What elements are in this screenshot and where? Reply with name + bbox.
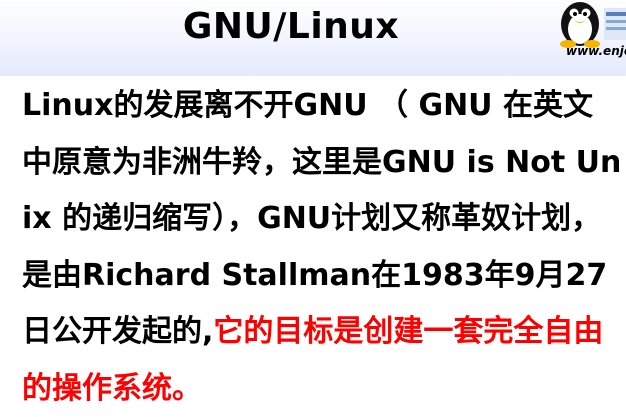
- slide-title: GNU/Linux: [182, 6, 400, 47]
- logo-url: www.enjo: [566, 44, 626, 58]
- body-text: Linux的发展离不开GNU （ GNU 在英文中原意为非洲牛羚，这里是GNU …: [22, 88, 622, 349]
- penguin-icon: [560, 2, 626, 48]
- site-logo: www.enjo: [556, 0, 626, 62]
- body-paragraph: Linux的发展离不开GNU （ GNU 在英文中原意为非洲牛羚，这里是GNU …: [22, 78, 622, 417]
